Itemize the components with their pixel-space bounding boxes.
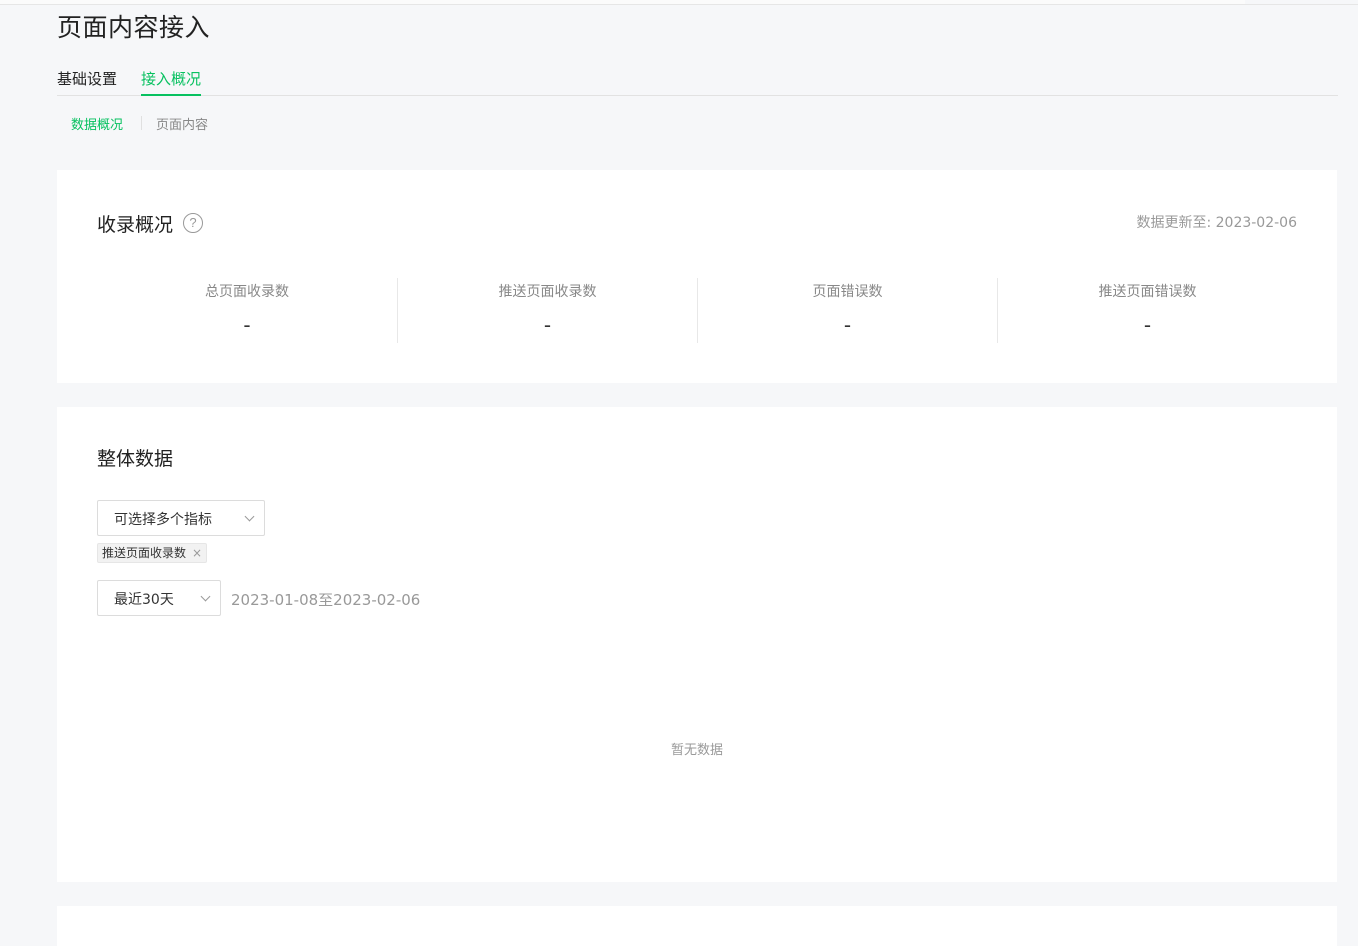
- stat-label: 推送页面错误数: [1098, 284, 1197, 300]
- top-border-right: [1245, 4, 1358, 5]
- stat-pushed-errors: 推送页面错误数 -: [997, 278, 1297, 343]
- stat-total-indexed: 总页面收录数 -: [97, 278, 397, 343]
- update-date: 2023-02-06: [1215, 215, 1297, 231]
- stat-label: 总页面收录数: [205, 284, 289, 300]
- stat-pushed-indexed: 推送页面收录数 -: [397, 278, 697, 343]
- index-overview-card: 收录概况 ? 数据更新至: 2023-02-06 总页面收录数 - 推送页面收录…: [57, 170, 1337, 383]
- chevron-down-icon: [244, 511, 255, 522]
- tab-access-overview[interactable]: 接入概况: [141, 68, 202, 96]
- empty-state-text: 暂无数据: [670, 743, 723, 758]
- tag-label: 推送页面收录数: [102, 546, 187, 560]
- top-border: [0, 0, 1245, 5]
- help-icon[interactable]: ?: [183, 213, 203, 233]
- stat-label: 页面错误数: [812, 284, 883, 300]
- overall-data-card: 整体数据 可选择多个指标 推送页面收录数 × 最近30天 2023-01-08至…: [57, 407, 1337, 882]
- stats-row: 总页面收录数 - 推送页面收录数 - 页面错误数 - 推送页面错误数 -: [97, 278, 1297, 343]
- stat-value: -: [243, 313, 251, 337]
- page-title: 页面内容接入: [57, 13, 211, 42]
- index-overview-title: 收录概况: [97, 214, 174, 236]
- main-tabs: 基础设置 接入概况: [57, 68, 1338, 96]
- overall-data-title: 整体数据: [97, 448, 174, 470]
- stat-value: -: [543, 313, 552, 337]
- chevron-down-icon: [200, 591, 211, 602]
- stat-page-errors: 页面错误数 -: [697, 278, 997, 343]
- data-update-info: 数据更新至: 2023-02-06: [1136, 212, 1297, 232]
- metric-select-placeholder: 可选择多个指标: [114, 512, 212, 528]
- next-card: [57, 906, 1337, 946]
- date-range-text: 2023-01-08至2023-02-06: [231, 591, 421, 609]
- subtab-divider: [141, 116, 142, 130]
- update-label: 数据更新至:: [1136, 215, 1212, 231]
- subtab-data-overview[interactable]: 数据概况: [71, 114, 123, 133]
- stat-value: -: [843, 313, 852, 337]
- metric-select[interactable]: 可选择多个指标: [97, 500, 265, 536]
- stat-label: 推送页面收录数: [498, 284, 597, 300]
- date-range-select[interactable]: 最近30天: [97, 580, 221, 616]
- close-icon[interactable]: ×: [192, 544, 202, 562]
- subtab-page-content[interactable]: 页面内容: [156, 114, 208, 133]
- stat-value: -: [1143, 313, 1152, 337]
- selected-metric-tag: 推送页面收录数 ×: [97, 543, 208, 563]
- tab-basic-settings[interactable]: 基础设置: [57, 68, 117, 96]
- date-range-select-value: 最近30天: [114, 592, 174, 608]
